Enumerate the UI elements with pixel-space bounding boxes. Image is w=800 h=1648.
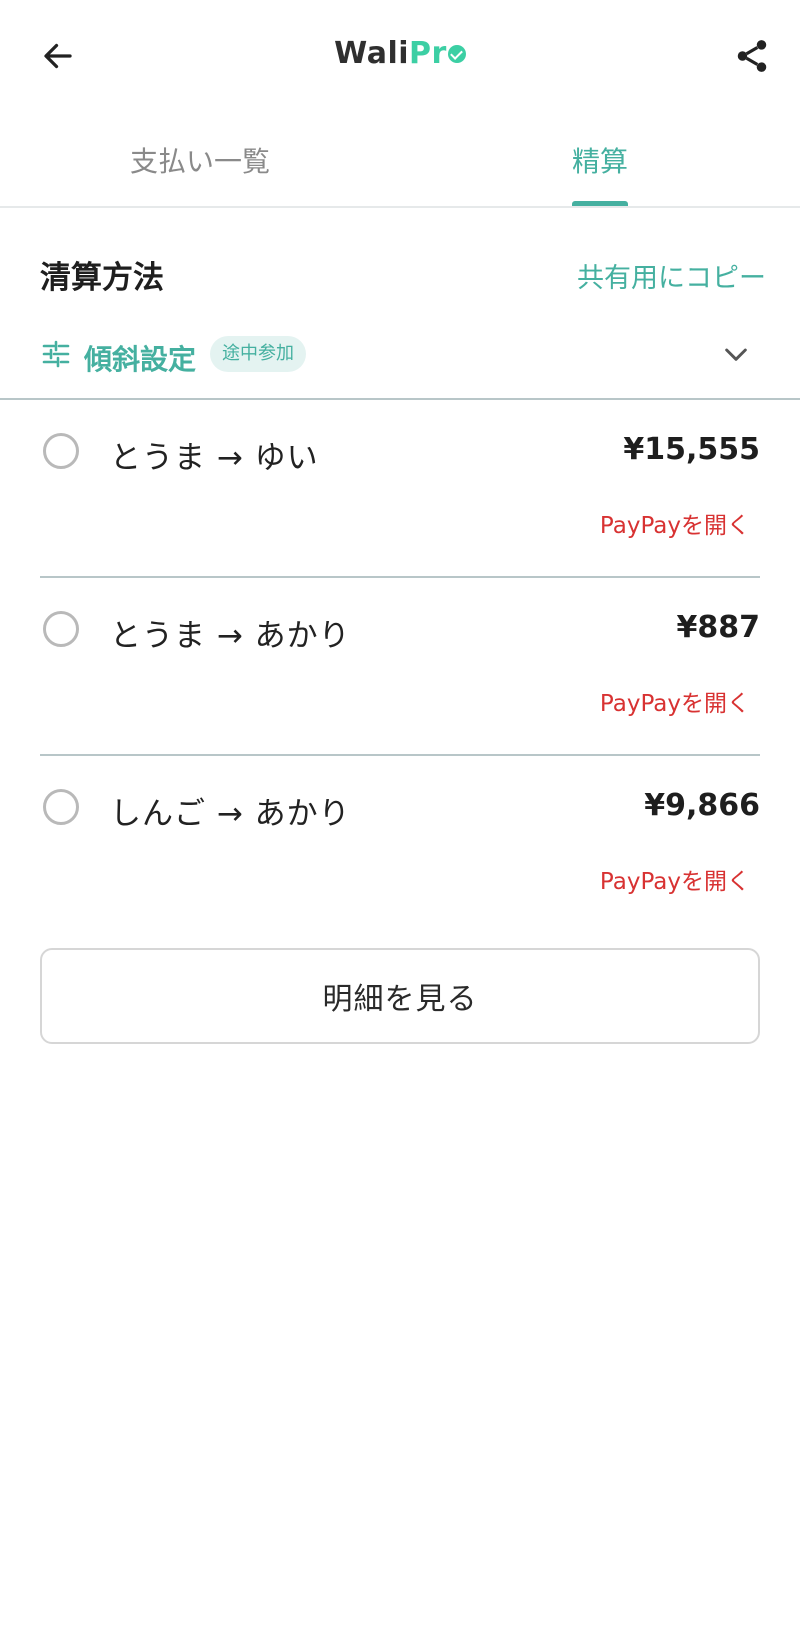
logo-check-icon (447, 44, 466, 63)
transfer-done-radio[interactable] (43, 433, 79, 469)
logo-text-wali: Wali (334, 36, 410, 71)
settlement-screen: WaliPr 支払い一覧 精算 清算方法 共有用にコピー 傾斜設定 途中参加 と… (0, 0, 800, 1648)
transfer-done-radio[interactable] (43, 789, 79, 825)
transfer-names: しんご → あかり (110, 796, 351, 832)
open-paypay-link[interactable]: PayPayを開く (600, 862, 750, 896)
share-icon (737, 40, 767, 72)
slope-settings-toggle[interactable]: 傾斜設定 途中参加 (0, 328, 800, 400)
transfer-amount: ¥887 (676, 610, 761, 645)
copy-for-share-button[interactable]: 共有用にコピー (577, 256, 766, 295)
tab-payment-list[interactable]: 支払い一覧 (130, 140, 270, 180)
chevron-down-icon (725, 348, 747, 361)
transfer-row: しんご → あかり ¥9,866 PayPayを開く (40, 756, 760, 934)
open-paypay-link[interactable]: PayPayを開く (600, 506, 750, 540)
app-bar: WaliPr (0, 0, 800, 112)
share-button[interactable] (728, 32, 776, 80)
transfer-amount: ¥15,555 (623, 432, 760, 467)
tab-bar: 支払い一覧 精算 (0, 112, 800, 208)
transfer-row: とうま → ゆい ¥15,555 PayPayを開く (40, 400, 760, 578)
transfer-amount: ¥9,866 (644, 788, 760, 823)
transfer-row: とうま → あかり ¥887 PayPayを開く (40, 578, 760, 756)
status-badge: 途中参加 (210, 336, 306, 372)
section-title: 清算方法 (40, 260, 164, 296)
open-paypay-link[interactable]: PayPayを開く (600, 684, 750, 718)
sliders-icon (42, 340, 70, 368)
active-tab-indicator (572, 201, 628, 206)
tab-settlement[interactable]: 精算 (572, 140, 628, 180)
logo-text-pro: Pr (409, 36, 447, 71)
transfer-names: とうま → あかり (110, 618, 351, 654)
transfer-done-radio[interactable] (43, 611, 79, 647)
view-details-button[interactable]: 明細を見る (40, 948, 760, 1044)
transfer-names: とうま → ゆい (110, 440, 319, 476)
slope-settings-label: 傾斜設定 (84, 343, 197, 376)
app-logo: WaliPr (0, 36, 800, 71)
